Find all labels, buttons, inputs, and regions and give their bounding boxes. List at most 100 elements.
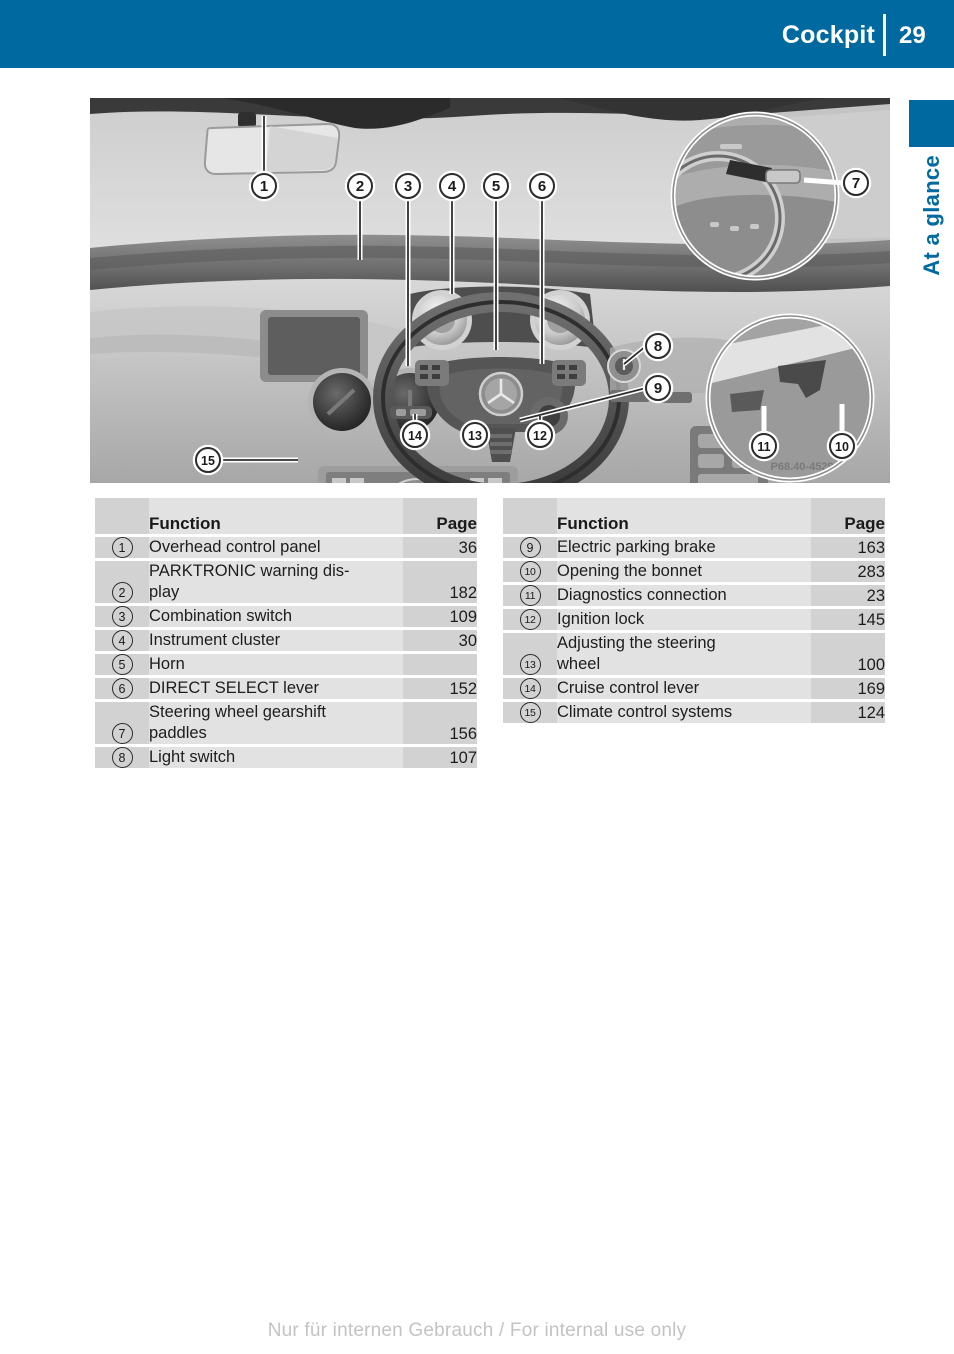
- callout-6: 6: [526, 170, 558, 202]
- table-row: 6 DIRECT SELECT lever 152: [95, 678, 477, 702]
- callout-number-badge: 5: [111, 654, 133, 675]
- callout-number-badge: 2: [111, 582, 133, 603]
- row-page-cell: 169: [811, 678, 885, 702]
- row-function-cell: Light switch: [149, 747, 403, 771]
- callout-number-badge: 7: [111, 723, 133, 744]
- callout-7: 7: [840, 167, 872, 199]
- callout-number-badge: 4: [111, 630, 133, 651]
- section-tab-block: [909, 100, 954, 147]
- table-row: 13 Adjusting the steering wheel 100: [503, 633, 885, 678]
- row-function-cell: Cruise control lever: [557, 678, 811, 702]
- row-function-cell: PARKTRONIC warning dis-play: [149, 561, 403, 606]
- row-function-cell: Climate control systems: [557, 702, 811, 726]
- row-number-cell: 13: [503, 633, 557, 678]
- table-row: 11 Diagnostics connection 23: [503, 585, 885, 609]
- row-page-cell: 163: [811, 537, 885, 561]
- table-header-row: Function Page: [95, 498, 477, 537]
- table-row: 2 PARKTRONIC warning dis-play 182: [95, 561, 477, 606]
- row-page-cell: 124: [811, 702, 885, 726]
- row-page-cell: 109: [403, 606, 477, 630]
- callout-number-badge: 15: [519, 702, 541, 723]
- section-tab-label: At a glance: [909, 155, 954, 395]
- table-header-row: Function Page: [503, 498, 885, 537]
- row-page-cell: 152: [403, 678, 477, 702]
- callout-13: 13: [459, 419, 491, 451]
- row-number-cell: 9: [503, 537, 557, 561]
- header-number-col: [95, 498, 149, 537]
- footer-watermark: Nur für internen Gebrauch / For internal…: [267, 1320, 687, 1341]
- row-function-cell: Steering wheel gearshift paddles: [149, 702, 403, 747]
- table-row: 10 Opening the bonnet 283: [503, 561, 885, 585]
- cruise-control-lever: [390, 406, 432, 419]
- row-function-cell: Horn: [149, 654, 403, 678]
- row-function-cell: Ignition lock: [557, 609, 811, 633]
- svg-text:7: 7: [852, 175, 860, 192]
- header-page-right: Page: [811, 498, 885, 537]
- svg-text:12: 12: [533, 429, 547, 443]
- header-function-right: Function: [557, 498, 811, 537]
- row-page-cell: 156: [403, 702, 477, 747]
- row-page-cell: 23: [811, 585, 885, 609]
- row-number-cell: 2: [95, 561, 149, 606]
- svg-text:11: 11: [757, 440, 770, 454]
- row-page-cell: 182: [403, 561, 477, 606]
- callout-9: 9: [642, 372, 674, 404]
- row-function-cell: Opening the bonnet: [557, 561, 811, 585]
- callout-14: 14: [399, 419, 431, 451]
- svg-text:10: 10: [835, 440, 849, 454]
- function-table-right: Function Page 9 Electric parking brake 163…: [503, 498, 885, 726]
- callout-number-badge: 10: [519, 561, 541, 582]
- callout-12: 12: [524, 419, 556, 451]
- header-page-left: Page: [403, 498, 477, 537]
- row-number-cell: 15: [503, 702, 557, 726]
- table-row: 5 Horn: [95, 654, 477, 678]
- callout-1: 1: [248, 170, 280, 202]
- callout-number-badge: 13: [519, 654, 541, 675]
- callout-15: 15: [192, 444, 224, 476]
- row-number-cell: 3: [95, 606, 149, 630]
- callout-number-badge: 12: [519, 609, 541, 630]
- svg-text:3: 3: [404, 178, 412, 195]
- table-row: 4 Instrument cluster 30: [95, 630, 477, 654]
- row-function-cell: Electric parking brake: [557, 537, 811, 561]
- callout-number-badge: 3: [111, 606, 133, 627]
- svg-text:15: 15: [201, 454, 215, 468]
- row-number-cell: 14: [503, 678, 557, 702]
- header-function-left: Function: [149, 498, 403, 537]
- callout-number-badge: 14: [519, 678, 541, 699]
- row-number-cell: 5: [95, 654, 149, 678]
- row-function-cell: Adjusting the steering wheel: [557, 633, 811, 678]
- cockpit-figure: P68.40-4529-31 1 2 3 4 5 6 7 8 9 10 11 1…: [90, 98, 890, 483]
- row-number-cell: 11: [503, 585, 557, 609]
- callout-4: 4: [436, 170, 468, 202]
- row-function-cell: Instrument cluster: [149, 630, 403, 654]
- row-page-cell: 145: [811, 609, 885, 633]
- table-row: 3 Combination switch 109: [95, 606, 477, 630]
- header-divider: [883, 14, 886, 56]
- svg-text:4: 4: [448, 178, 457, 195]
- callout-number-badge: 1: [111, 537, 133, 558]
- section-tab-text: At a glance: [918, 155, 944, 276]
- svg-text:5: 5: [492, 178, 500, 195]
- svg-text:8: 8: [654, 338, 662, 355]
- row-page-cell: [403, 654, 477, 678]
- table-row: 9 Electric parking brake 163: [503, 537, 885, 561]
- function-table-left: Function Page 1 Overhead control panel 3 6 2…: [95, 498, 477, 771]
- svg-text:9: 9: [654, 380, 662, 397]
- row-number-cell: 4: [95, 630, 149, 654]
- row-function-cell: Diagnostics connection: [557, 585, 811, 609]
- page-number: 29: [899, 22, 926, 49]
- svg-text:14: 14: [408, 429, 422, 443]
- row-number-cell: 12: [503, 609, 557, 633]
- callout-11: 11: [748, 430, 780, 462]
- svg-text:1: 1: [260, 178, 268, 195]
- row-function-cell: Overhead control panel: [149, 537, 403, 561]
- table-row: 8 Light switch 107: [95, 747, 477, 771]
- row-number-cell: 6: [95, 678, 149, 702]
- row-number-cell: 8: [95, 747, 149, 771]
- callout-number-badge: 6: [111, 678, 133, 699]
- callout-10: 10: [826, 430, 858, 462]
- table-row: 1 Overhead control panel 36: [95, 537, 477, 561]
- row-page-cell: 100: [811, 633, 885, 678]
- row-page-cell: 107: [403, 747, 477, 771]
